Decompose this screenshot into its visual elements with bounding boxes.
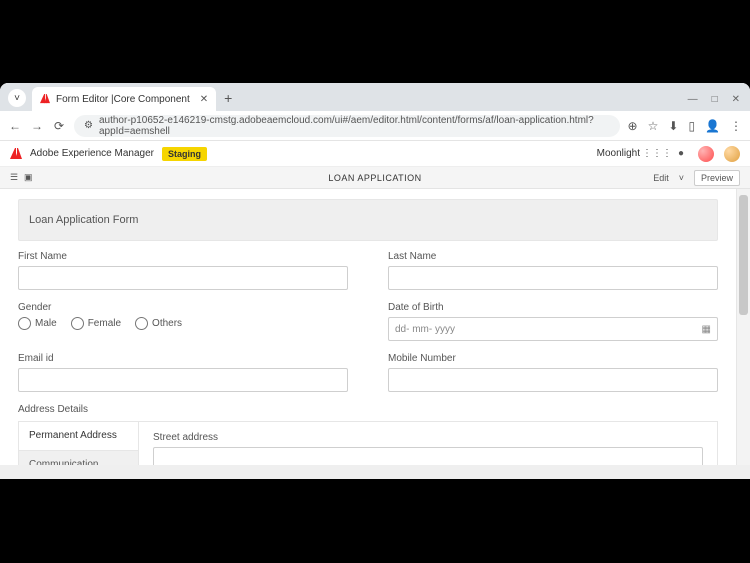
aem-profile-name[interactable]: Moonlight [597,148,640,159]
preview-button[interactable]: Preview [694,170,740,186]
browser-tab-active[interactable]: Form Editor |Core Component ✕ [32,87,216,111]
browser-address-bar: ← → ⟳ ⚙ author-p10652-e146219-cmstg.adob… [0,111,750,141]
edit-mode-label[interactable]: Edit [653,173,669,183]
gender-radio-group: Male Female Others [18,317,348,330]
adobe-logo-icon [10,148,22,160]
dob-label: Date of Birth [388,302,718,313]
adobe-favicon [40,94,50,104]
component-tree-icon[interactable]: ▣ [24,172,38,183]
calendar-icon[interactable]: ▦ [702,324,711,335]
user-avatar-icon[interactable] [724,146,740,162]
gender-male-radio[interactable] [18,317,31,330]
page-title: LOAN APPLICATION [328,173,421,183]
help-avatar-icon[interactable] [698,146,714,162]
scrollbar-thumb[interactable] [739,195,748,315]
url-box[interactable]: ⚙ author-p10652-e146219-cmstg.adobeaemcl… [74,115,620,137]
form-title-bar[interactable]: Loan Application Form [18,199,718,241]
reader-icon[interactable]: ▯ [688,119,695,133]
window-close-icon[interactable]: ✕ [732,94,740,105]
bottom-strip [0,465,750,479]
gender-male-option[interactable]: Male [18,317,57,330]
notifications-icon[interactable]: ● [674,147,688,161]
vertical-scrollbar[interactable] [736,189,750,479]
zoom-icon[interactable]: ⊕ [628,119,638,133]
tab-title: Form Editor |Core Component [56,94,190,105]
window-maximize-icon[interactable]: □ [712,94,718,105]
gender-female-radio[interactable] [71,317,84,330]
first-name-label: First Name [18,251,348,262]
dob-input[interactable]: dd- mm- yyyy ▦ [388,317,718,341]
address-section-label: Address Details [18,404,718,415]
chevron-down-icon[interactable]: ˅ [679,173,684,183]
nav-back-icon[interactable]: ← [8,119,22,133]
nav-reload-icon[interactable]: ⟳ [52,119,66,133]
url-text: author-p10652-e146219-cmstg.adobeaemclou… [99,115,610,137]
aem-header: Adobe Experience Manager Staging Moonlig… [0,141,750,167]
email-label: Email id [18,353,348,364]
profile-icon[interactable]: 👤 [705,119,720,133]
gender-female-option[interactable]: Female [71,317,121,330]
last-name-input[interactable] [388,266,718,290]
mobile-input[interactable] [388,368,718,392]
browser-tabbar: ˅ Form Editor |Core Component ✕ + — □ ✕ [0,83,750,111]
last-name-label: Last Name [388,251,718,262]
aem-product-name: Adobe Experience Manager [30,148,154,159]
street-address-label: Street address [153,432,703,443]
tab-permanent-address[interactable]: Permanent Address [19,422,138,451]
first-name-input[interactable] [18,266,348,290]
download-icon[interactable]: ⬇ [668,119,678,133]
apps-grid-icon[interactable]: ⋮⋮⋮ [650,147,664,161]
kebab-menu-icon[interactable]: ⋮ [730,119,742,133]
window-minimize-icon[interactable]: — [688,94,698,105]
new-tab-button[interactable]: + [224,90,232,106]
editor-page-bar: ☰ ▣ LOAN APPLICATION Edit ˅ Preview [0,167,750,189]
site-settings-icon[interactable]: ⚙ [84,120,93,131]
form-canvas: Loan Application Form First Name Last Na… [0,189,736,479]
gender-label: Gender [18,302,348,313]
browser-window: ˅ Form Editor |Core Component ✕ + — □ ✕ … [0,83,750,479]
tabs-collapse-button[interactable]: ˅ [8,89,26,107]
side-panel-toggle-icon[interactable]: ☰ [10,172,24,183]
dob-placeholder: dd- mm- yyyy [395,324,455,335]
window-controls: — □ ✕ [688,94,740,105]
env-badge: Staging [162,147,207,161]
bookmark-icon[interactable]: ☆ [648,119,659,133]
editor-workspace: Loan Application Form First Name Last Na… [0,189,750,479]
nav-forward-icon[interactable]: → [30,119,44,133]
gender-others-option[interactable]: Others [135,317,182,330]
form-title: Loan Application Form [29,214,138,226]
mobile-label: Mobile Number [388,353,718,364]
close-tab-icon[interactable]: ✕ [200,94,208,105]
email-input[interactable] [18,368,348,392]
gender-others-radio[interactable] [135,317,148,330]
